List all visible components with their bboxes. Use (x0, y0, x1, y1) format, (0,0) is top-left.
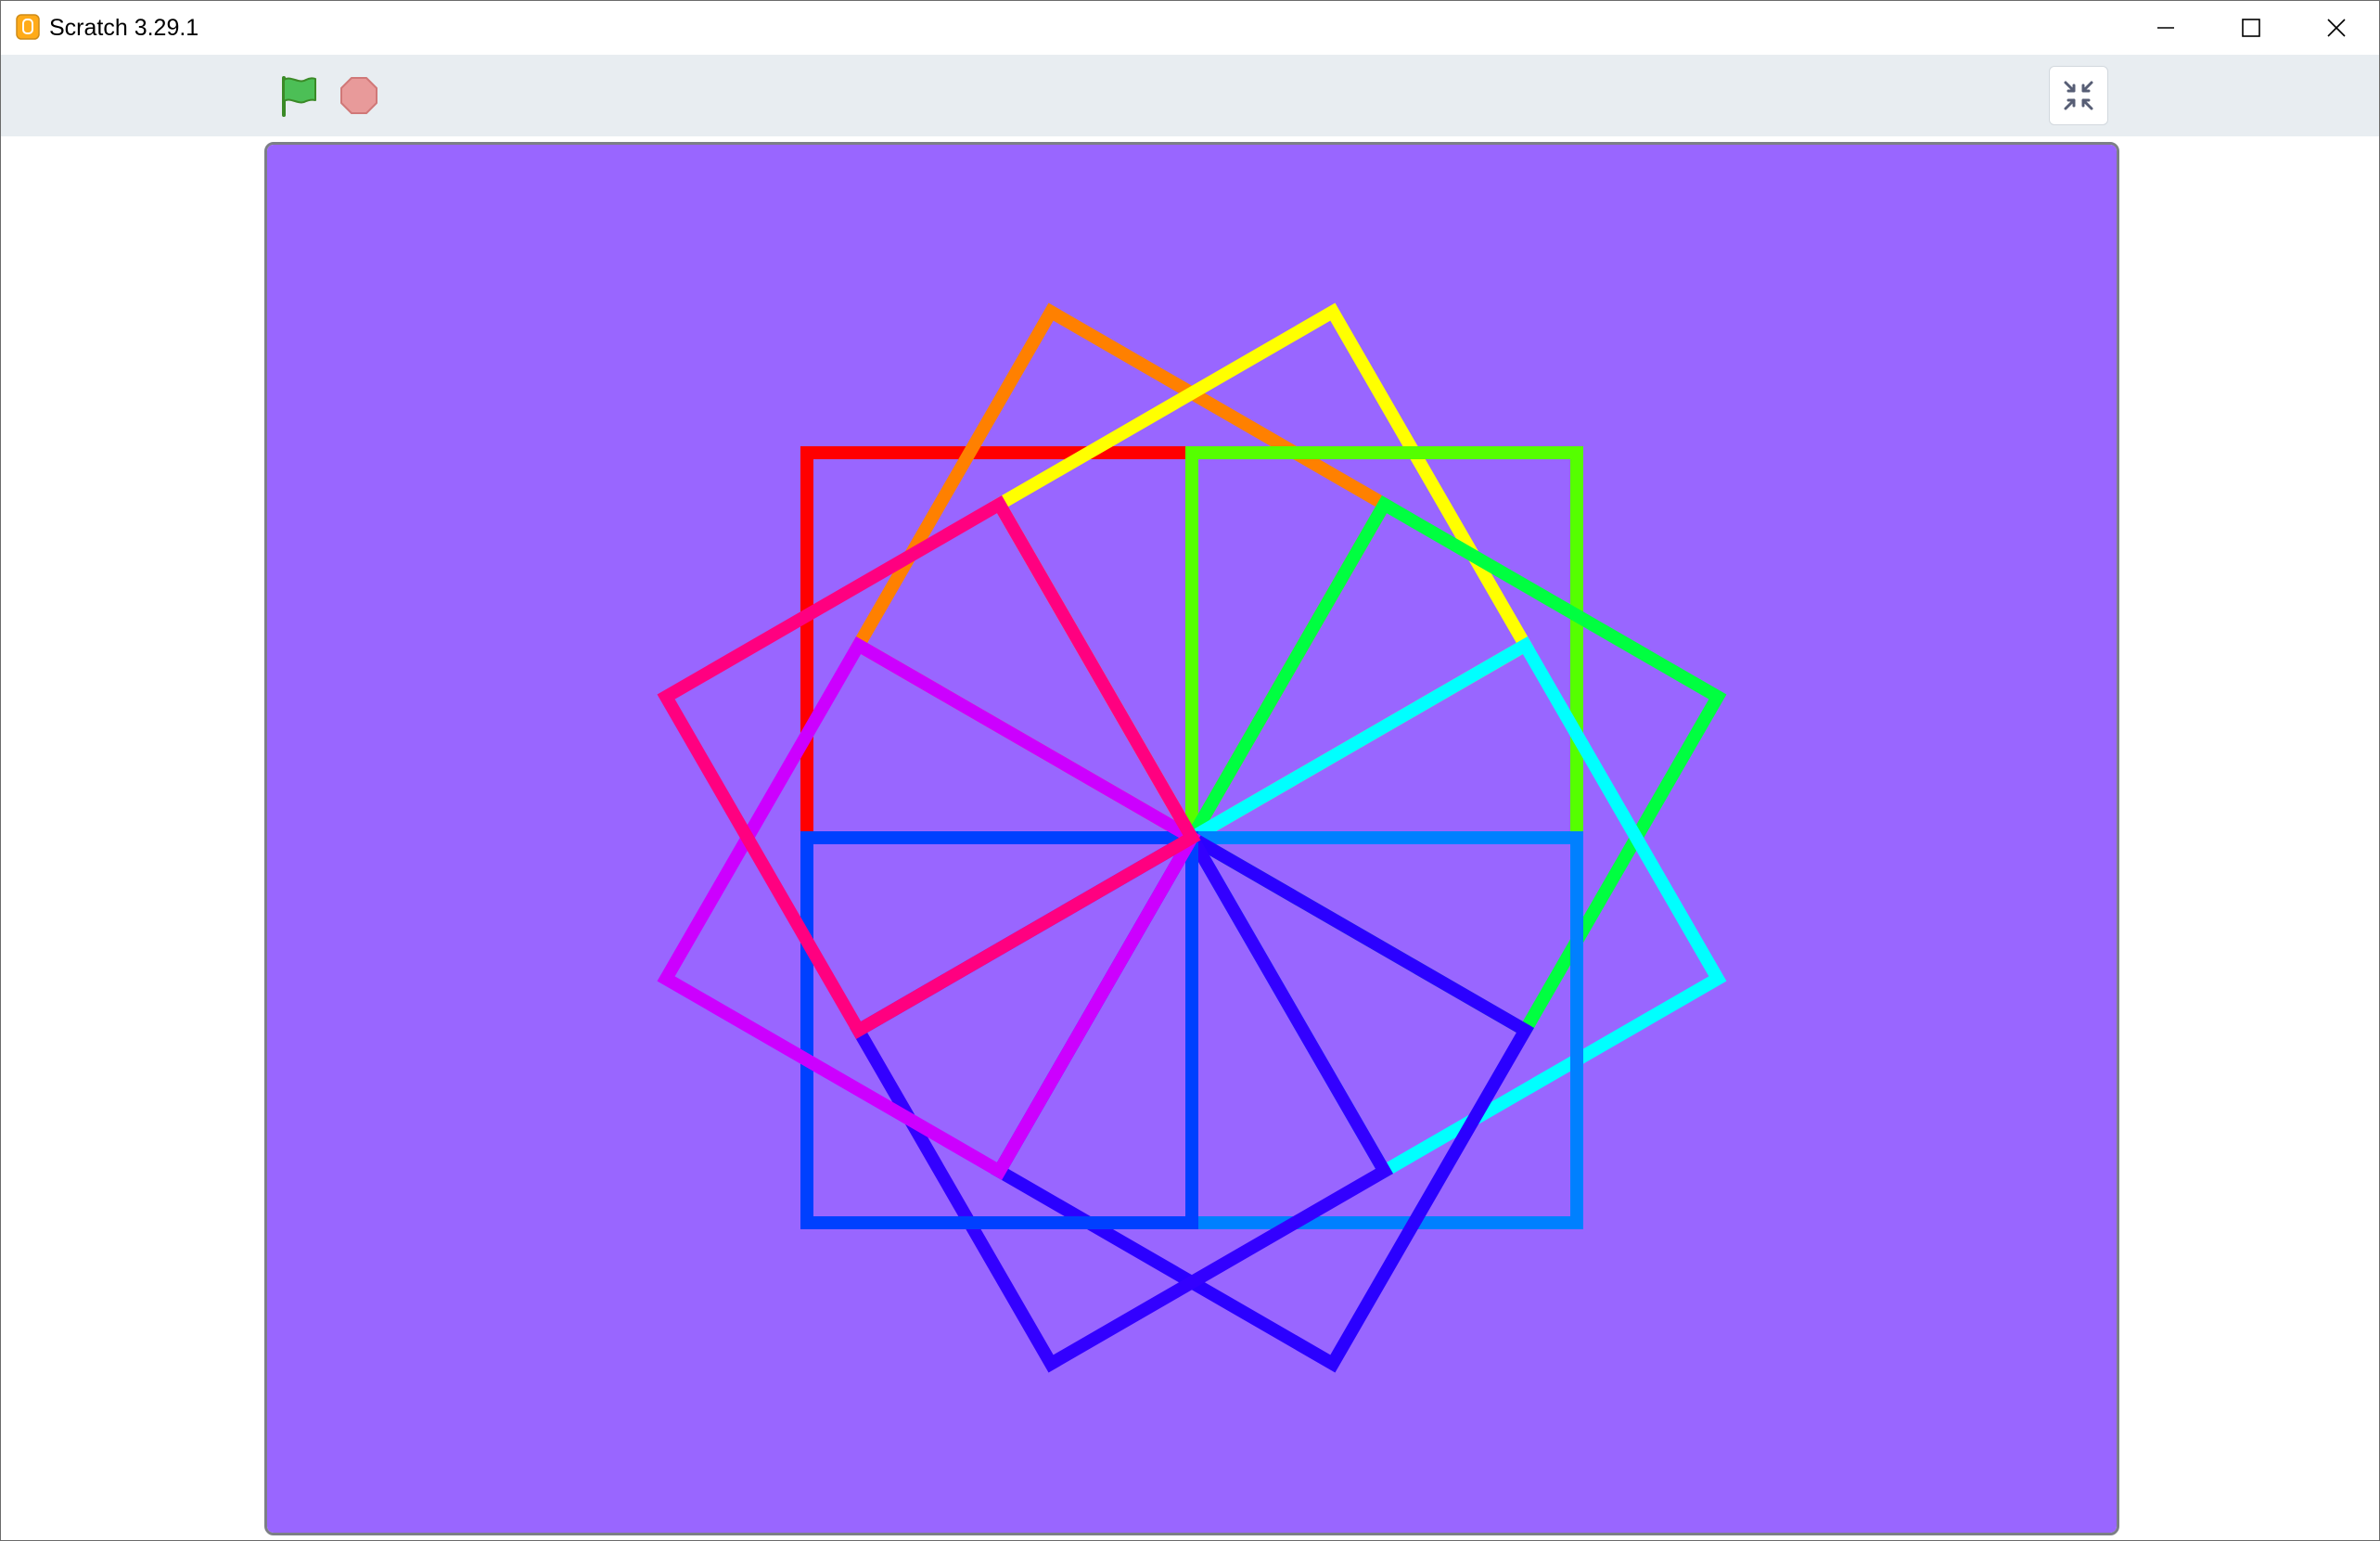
player-toolbar (1, 55, 2379, 136)
close-button[interactable] (2294, 1, 2379, 55)
maximize-button[interactable] (2208, 1, 2294, 55)
unfullscreen-icon (2064, 81, 2093, 110)
green-flag-button[interactable] (275, 73, 322, 118)
window-title: Scratch 3.29.1 (49, 15, 199, 41)
green-flag-icon (282, 76, 316, 117)
stop-button[interactable] (337, 73, 381, 118)
stop-sign-icon (340, 77, 377, 114)
minimize-button[interactable] (2123, 1, 2208, 55)
minimize-icon (2157, 27, 2174, 29)
scratch-player-window: Scratch 3.29.1 (0, 0, 2380, 1541)
unfullscreen-button[interactable] (2049, 66, 2108, 125)
title-bar: Scratch 3.29.1 (1, 1, 2379, 55)
stage-drawing (267, 145, 2117, 1533)
stage-canvas[interactable] (264, 142, 2119, 1535)
scratch-app-icon (16, 14, 40, 40)
close-icon (2327, 19, 2346, 37)
maximize-icon (2242, 19, 2260, 37)
